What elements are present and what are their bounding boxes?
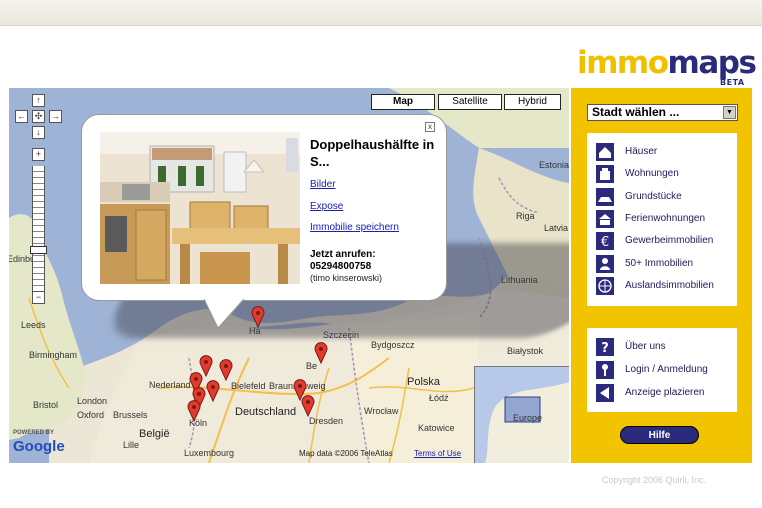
apartment-icon: [596, 165, 614, 183]
zoom-slider-thumb[interactable]: [30, 246, 47, 254]
key-icon: [596, 361, 614, 379]
listing-info-window: x Doppelhaushälfte in S... Bilder Expose…: [81, 114, 447, 301]
map-type-satellite-button[interactable]: Satellite: [438, 94, 502, 110]
pan-center-button[interactable]: ✣: [32, 110, 45, 123]
city-select[interactable]: Stadt wählen ... ▼: [587, 104, 738, 121]
svg-text:?: ?: [601, 341, 609, 356]
label-riga: Riga: [516, 211, 535, 221]
category-label: Häuser: [625, 146, 658, 157]
map-marker[interactable]: [206, 380, 220, 402]
globe-icon: [596, 277, 614, 295]
label-belgie: België: [139, 428, 170, 440]
pan-up-button[interactable]: ↑: [32, 94, 45, 107]
senior-icon: [596, 255, 614, 273]
phone-number: 05294800758: [310, 261, 372, 272]
contact-name: (timo kinserowski): [310, 273, 383, 283]
holiday-home-icon: [596, 210, 614, 228]
label-london: London: [77, 396, 108, 406]
immomaps-logo[interactable]: immomaps BETA: [577, 45, 757, 87]
map-copyright: Map data ©2006 TeleAtlas: [299, 449, 393, 458]
terms-of-use-link[interactable]: Terms of Use: [414, 449, 461, 458]
map-marker[interactable]: [314, 342, 328, 364]
zoom-in-button[interactable]: +: [32, 148, 45, 161]
label-dresden: Dresden: [309, 416, 344, 426]
map-view[interactable]: Estonia Riga Latvia Lithuania Szczecin B…: [9, 88, 569, 463]
label-europe: Europe: [513, 413, 543, 423]
label-oxford: Oxford: [77, 410, 105, 420]
svg-text:€: €: [601, 235, 609, 250]
euro-icon: €: [596, 232, 614, 250]
label-lille: Lille: [123, 440, 140, 450]
listing-photo[interactable]: [100, 132, 300, 284]
google-wordmark: Google: [13, 438, 65, 455]
map-marker[interactable]: [187, 400, 201, 422]
pan-down-button[interactable]: ↓: [32, 126, 45, 139]
category-label: 50+ Immobilien: [625, 258, 694, 269]
powered-by-label: POWERED BY: [13, 430, 55, 436]
logo-immo: immo: [577, 45, 669, 81]
info-label: Login / Anmeldung: [625, 364, 708, 375]
label-wroclaw: Wrocław: [364, 406, 399, 416]
question-icon: ?: [596, 338, 614, 356]
label-brussels: Brussels: [113, 410, 148, 420]
overview-map[interactable]: Europe: [474, 366, 569, 463]
label-deutschland: Deutschland: [235, 406, 297, 418]
kitchen-photo-image: [100, 132, 300, 284]
label-estonia: Estonia: [539, 160, 569, 170]
footer-copyright: Copyright 2006 Quirli, Inc.: [602, 475, 707, 485]
call-now-label: Jetzt anrufen: 05294800758: [310, 249, 376, 273]
label-bydgoszcz: Bydgoszcz: [371, 340, 415, 350]
label-leeds: Leeds: [21, 320, 46, 330]
map-marker[interactable]: [251, 306, 265, 328]
zoom-out-button[interactable]: −: [32, 291, 45, 304]
photos-link[interactable]: Bilder: [310, 179, 336, 190]
map-marker[interactable]: [219, 359, 233, 381]
label-polska: Polska: [407, 376, 441, 388]
pan-right-button[interactable]: →: [49, 110, 62, 123]
category-label: Ferienwohnungen: [625, 213, 706, 224]
map-type-map-button[interactable]: Map: [371, 94, 435, 110]
arrow-left-icon: [596, 384, 614, 402]
label-bialystok: Białystok: [507, 346, 544, 356]
category-label: Grundstücke: [625, 191, 682, 202]
zoom-slider[interactable]: [32, 166, 45, 292]
category-label: Gewerbeimmobilien: [625, 235, 714, 246]
label-birmingham: Birmingham: [29, 350, 78, 360]
label-latvia: Latvia: [544, 223, 569, 233]
category-menu: Häuser Wohnungen Grundstücke Ferienwohnu…: [587, 133, 737, 306]
browser-top-bar: [0, 0, 762, 26]
google-logo[interactable]: POWERED BY Google: [13, 430, 65, 455]
label-bristol: Bristol: [33, 400, 59, 410]
save-property-link[interactable]: Immobilie speichern: [310, 222, 399, 233]
help-button[interactable]: Hilfe: [620, 426, 699, 444]
info-menu: ? Über uns Login / Anmeldung Anzeige pla…: [587, 328, 737, 412]
sidebar-panel: Stadt wählen ... ▼ Häuser Wohnungen Grun…: [571, 88, 752, 463]
label-luxembourg: Luxembourg: [184, 448, 235, 458]
info-label: Über uns: [625, 341, 666, 352]
popup-pointer: [204, 298, 244, 329]
listing-title: Doppelhaushälfte in S...: [310, 137, 435, 169]
call-label: Jetzt anrufen:: [310, 249, 376, 260]
category-label: Wohnungen: [625, 168, 679, 179]
label-lodz: Łódź: [429, 393, 449, 403]
label-bielefeld: Bielefeld: [231, 381, 266, 391]
pan-left-button[interactable]: ←: [15, 110, 28, 123]
city-select-value: Stadt wählen ...: [592, 105, 680, 119]
map-type-hybrid-button[interactable]: Hybrid: [504, 94, 561, 110]
label-nederland: Nederland: [149, 380, 191, 390]
close-popup-button[interactable]: x: [425, 122, 435, 132]
chevron-down-icon[interactable]: ▼: [723, 106, 736, 119]
info-label: Anzeige plazieren: [625, 387, 705, 398]
expose-link[interactable]: Expose: [310, 201, 343, 212]
label-krakow-region: Katowice: [418, 423, 455, 433]
map-marker[interactable]: [301, 395, 315, 417]
house-icon: [596, 143, 614, 161]
land-plot-icon: [596, 188, 614, 206]
category-label: Auslandsimmobilien: [625, 280, 714, 291]
